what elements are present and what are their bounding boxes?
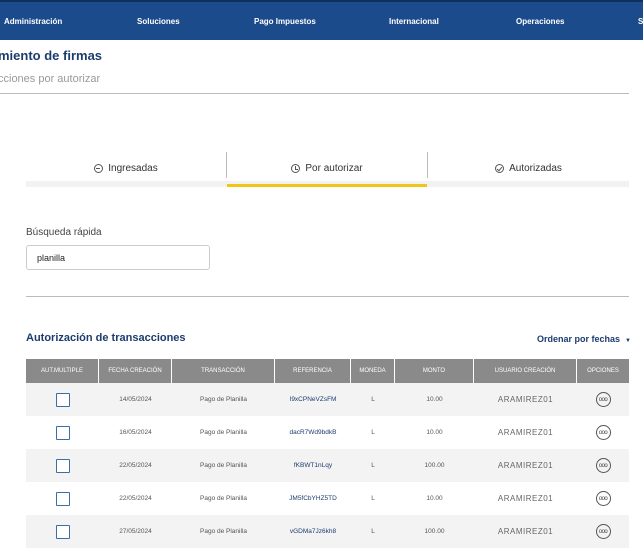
cell-usuario: ARAMIREZ01 <box>497 527 554 536</box>
divider <box>26 296 629 297</box>
cell-usuario: ARAMIREZ01 <box>497 461 554 470</box>
cell-moneda: L <box>371 396 375 403</box>
table-row: 22/05/2024 Pago de Planilla JM5fCbYHZ5TD… <box>26 482 629 515</box>
cell-usuario: ARAMIREZ01 <box>497 494 554 503</box>
cell-monto: 100.00 <box>424 528 445 535</box>
table-row: 27/05/2024 Pago de Planilla vGDMa7Jz6kh8… <box>26 515 629 548</box>
tab-autorizadas[interactable]: Autorizadas <box>428 150 629 186</box>
clock-icon <box>291 163 301 173</box>
cell-monto: 10.00 <box>426 396 443 403</box>
search-label: Búsqueda rápida <box>26 227 102 238</box>
section-title: Autorización de transacciones <box>26 332 186 344</box>
cell-referencia: fKBWT1nLqy <box>293 462 333 469</box>
column-header: OPCIONES <box>587 368 619 374</box>
column-header: MONTO <box>395 359 474 383</box>
column-header: TRANSACCIÓN <box>172 359 275 383</box>
row-checkbox[interactable] <box>55 458 70 473</box>
top-navigation-bar: Administración Soluciones Pago Impuestos… <box>0 0 643 40</box>
cell-moneda: L <box>371 495 375 502</box>
row-checkbox[interactable] <box>55 524 70 539</box>
row-checkbox[interactable] <box>55 425 70 440</box>
page-subtitle: cciones por autorizar <box>0 73 101 85</box>
more-options-icon[interactable]: ooo <box>595 425 611 440</box>
sort-label: Ordenar por fechas <box>537 334 621 344</box>
check-circle-icon <box>495 163 505 173</box>
row-checkbox[interactable] <box>55 392 70 407</box>
column-header: REFERENCIA <box>275 359 351 383</box>
divider <box>0 93 629 94</box>
cell-moneda: L <box>371 462 375 469</box>
more-options-icon[interactable]: ooo <box>595 458 611 473</box>
more-options-icon[interactable]: ooo <box>595 524 611 539</box>
transactions-table: AUT.MULTIPLE FECHA CREACIÓN TRANSACCIÓN … <box>26 359 629 548</box>
cell-moneda: L <box>371 528 375 535</box>
cell-usuario: ARAMIREZ01 <box>497 428 554 437</box>
cell-referencia: JM5fCbYHZ5TD <box>289 495 337 502</box>
cell-transaccion: Pago de Planilla <box>200 462 247 469</box>
tab-label: Ingresadas <box>108 162 158 174</box>
cell-transaccion: Pago de Planilla <box>200 396 247 403</box>
nav-item-overflow[interactable]: S <box>638 17 643 26</box>
page-title: miento de firmas <box>0 48 103 63</box>
row-checkbox[interactable] <box>55 491 70 506</box>
cell-monto: 10.00 <box>426 495 443 502</box>
arrow-circle-icon <box>94 163 104 173</box>
more-options-icon[interactable]: ooo <box>595 491 611 506</box>
cell-usuario: ARAMIREZ01 <box>497 395 554 404</box>
cell-fecha: 22/05/2024 <box>119 462 152 469</box>
cell-fecha: 27/05/2024 <box>119 528 152 535</box>
cell-fecha: 22/05/2024 <box>119 495 152 502</box>
tab-label: Por autorizar <box>305 162 363 174</box>
tab-por-autorizar[interactable]: Por autorizar <box>227 150 427 186</box>
nav-item-internacional[interactable]: Internacional <box>389 17 439 26</box>
search-input[interactable] <box>26 245 210 270</box>
active-tab-indicator <box>227 184 427 187</box>
table-row: 16/05/2024 Pago de Planilla dacR7Wd9bdkB… <box>26 416 629 449</box>
chevron-down-icon: ▼ <box>625 338 631 344</box>
column-header: FECHA CREACIÓN <box>99 359 172 383</box>
cell-fecha: 14/05/2024 <box>119 396 152 403</box>
cell-transaccion: Pago de Planilla <box>200 429 247 436</box>
nav-item-soluciones[interactable]: Soluciones <box>137 17 180 26</box>
tab-label: Autorizadas <box>509 162 562 174</box>
nav-item-pago-impuestos[interactable]: Pago Impuestos <box>254 17 316 26</box>
cell-referencia: I9xCPNeVZsFM <box>289 396 337 403</box>
column-header: AUT.MULTIPLE <box>26 359 99 383</box>
table-row: 22/05/2024 Pago de Planilla fKBWT1nLqy L… <box>26 449 629 482</box>
tab-ingresadas[interactable]: Ingresadas <box>26 150 226 186</box>
table-header: AUT.MULTIPLE FECHA CREACIÓN TRANSACCIÓN … <box>26 359 629 383</box>
cell-referencia: dacR7Wd9bdkB <box>289 429 337 436</box>
more-options-icon[interactable]: ooo <box>595 392 611 407</box>
cell-transaccion: Pago de Planilla <box>200 495 247 502</box>
column-header: MONEDA <box>351 359 395 383</box>
cell-transaccion: Pago de Planilla <box>200 528 247 535</box>
column-header: USUARIO CREACIÓN <box>474 359 577 383</box>
cell-moneda: L <box>371 429 375 436</box>
cell-monto: 10.00 <box>426 429 443 436</box>
cell-fecha: 16/05/2024 <box>119 429 152 436</box>
nav-item-operaciones[interactable]: Operaciones <box>516 17 564 26</box>
sort-dropdown[interactable]: Ordenar por fechas ▼ <box>537 334 631 344</box>
table-row: 14/05/2024 Pago de Planilla I9xCPNeVZsFM… <box>26 383 629 416</box>
cell-monto: 100.00 <box>424 462 445 469</box>
cell-referencia: vGDMa7Jz6kh8 <box>289 528 337 535</box>
nav-item-administracion[interactable]: Administración <box>4 17 62 26</box>
